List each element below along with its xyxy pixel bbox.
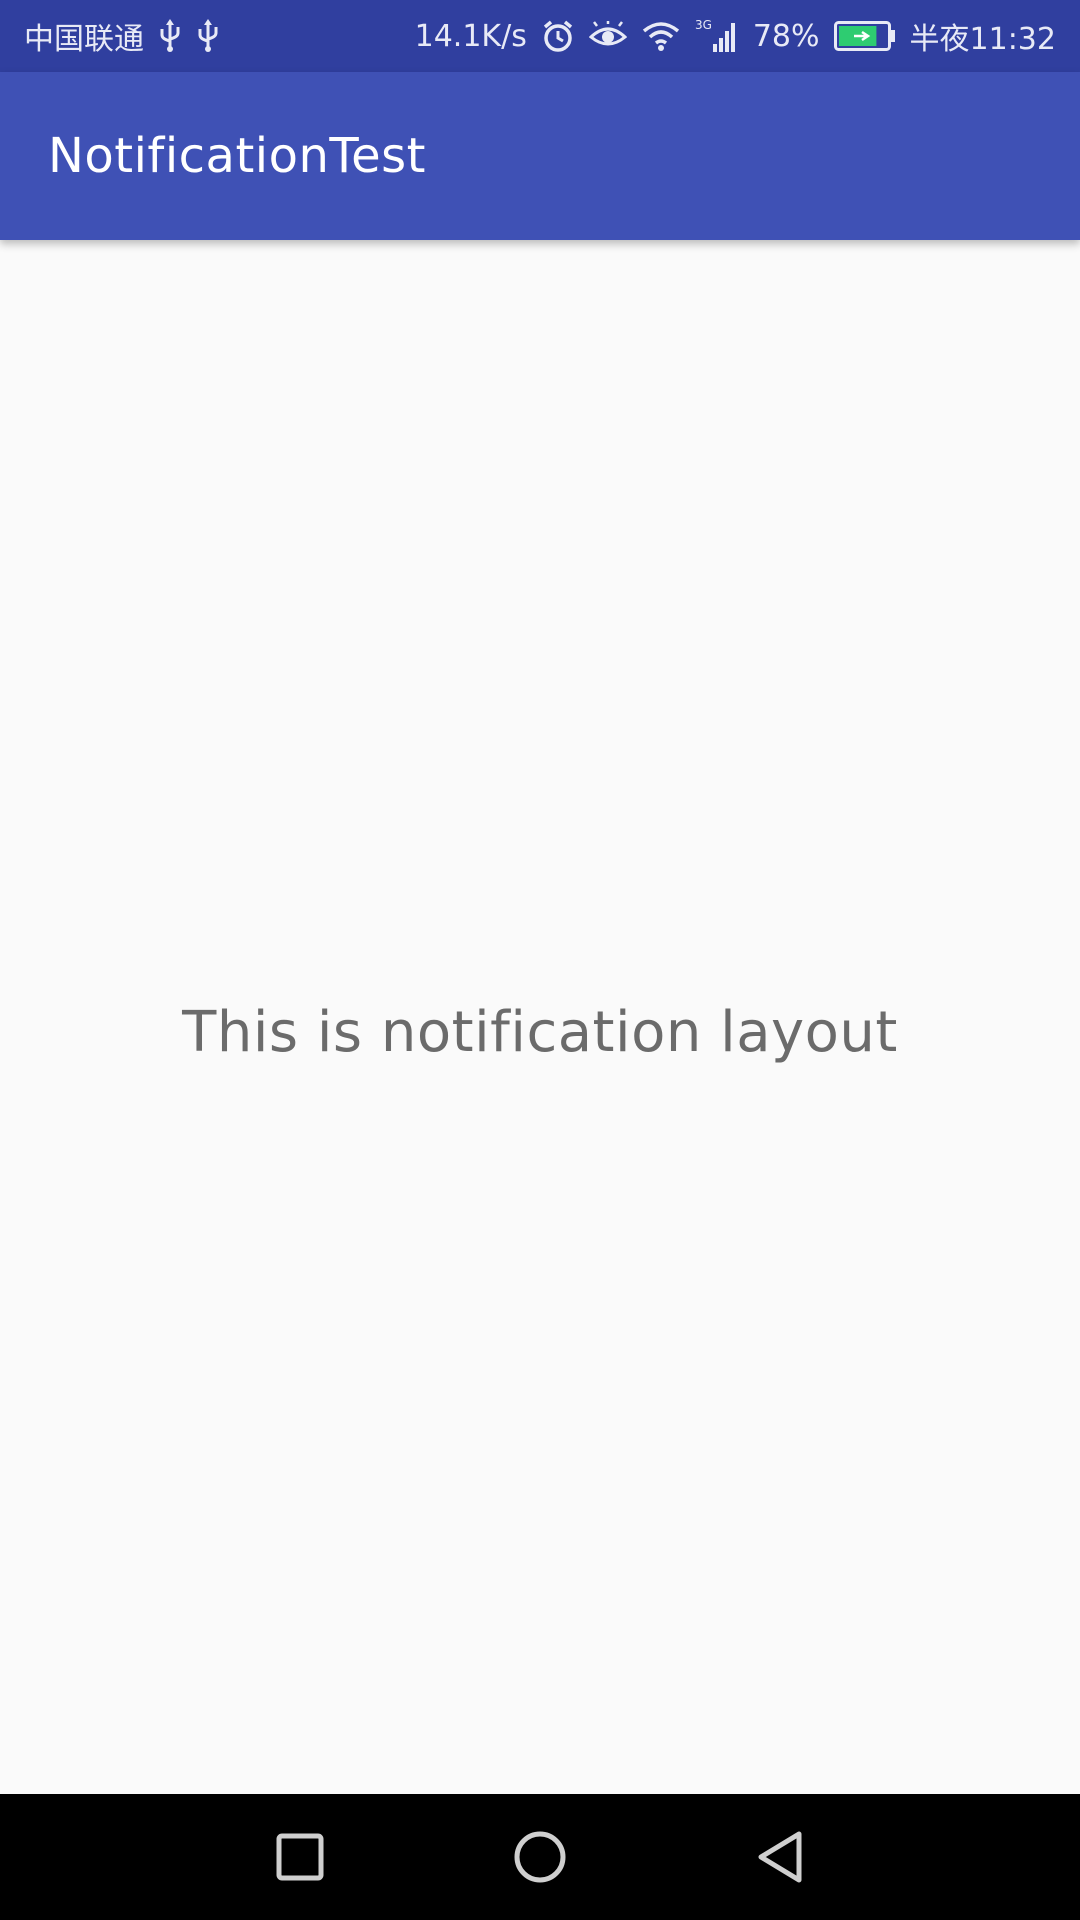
network-type-label: 3G [695,18,712,32]
back-button[interactable] [720,1807,840,1907]
recents-button[interactable] [240,1807,360,1907]
network-speed-label: 14.1K/s [414,18,527,54]
notification-layout-text: This is notification layout [182,999,898,1065]
navigation-bar [0,1794,1080,1920]
status-bar-left: 中国联通 [24,14,220,58]
circle-icon [514,1831,566,1883]
signal-icon: 3G [695,18,739,54]
screen: 中国联通 14.1K/s 3G 78% 半夜11:32 Notification… [0,0,1080,1920]
main-content: This is notification layout [0,240,1080,1794]
app-title: NotificationTest [48,128,426,184]
usb-icon [196,19,220,53]
status-bar: 中国联通 14.1K/s 3G 78% 半夜11:32 [0,0,1080,72]
status-bar-right: 14.1K/s 3G 78% 半夜11:32 [415,14,1056,58]
usb-icon [158,19,182,53]
wifi-icon [641,20,681,52]
carrier-label: 中国联通 [24,22,144,57]
square-icon [276,1833,324,1881]
clock-label: 半夜11:32 [909,22,1056,57]
back-triangle-icon [758,1831,802,1883]
home-button[interactable] [480,1807,600,1907]
alarm-icon [541,19,575,53]
battery-percent-label: 78% [752,18,820,54]
app-bar: NotificationTest [0,72,1080,240]
battery-icon [833,21,896,51]
eye-icon [588,21,627,51]
